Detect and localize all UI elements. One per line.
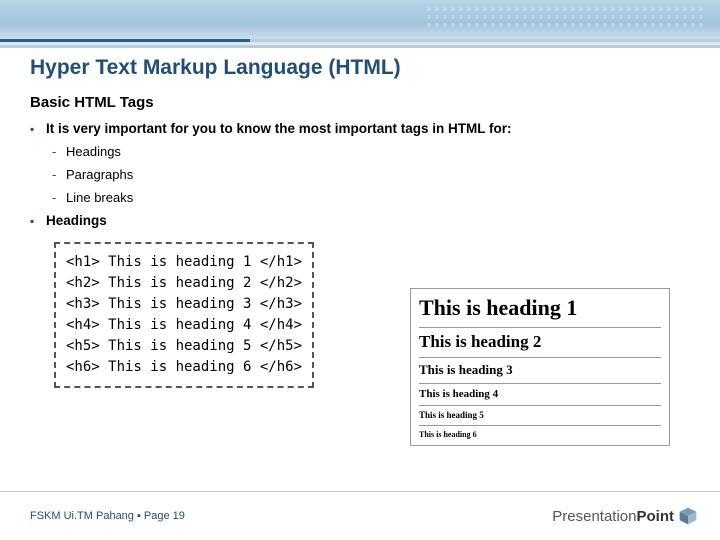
brand-logo: PresentationPoint	[552, 506, 698, 526]
preview-h1: This is heading 1	[419, 295, 661, 321]
preview-separator	[419, 383, 661, 384]
header-rule-dark	[0, 39, 720, 42]
subitem-headings: Headings	[52, 144, 690, 159]
brand-text-bold: Point	[637, 508, 675, 525]
preview-separator	[419, 357, 661, 358]
top-gradient-bar	[0, 0, 720, 48]
preview-h6: This is heading 6	[419, 430, 661, 439]
brand-text-light: Presentation	[552, 508, 636, 525]
preview-h2: This is heading 2	[419, 332, 661, 352]
header-rule-light	[0, 45, 720, 48]
preview-separator	[419, 327, 661, 328]
rendered-preview-box: This is heading 1 This is heading 2 This…	[410, 288, 670, 446]
brand-logo-text: PresentationPoint	[552, 508, 674, 525]
footer-rule	[0, 491, 720, 492]
cube-icon	[678, 506, 698, 526]
subitem-linebreaks: Line breaks	[52, 190, 690, 205]
bullet-headings: Headings	[30, 213, 690, 228]
preview-separator	[419, 405, 661, 406]
preview-separator	[419, 425, 661, 426]
code-example-box: <h1> This is heading 1 </h1> <h2> This i…	[54, 242, 314, 388]
preview-h5: This is heading 5	[419, 410, 661, 420]
slide-title: Hyper Text Markup Language (HTML)	[30, 56, 690, 80]
code-example: <h1> This is heading 1 </h1> <h2> This i…	[66, 252, 302, 378]
bullet-intro: It is very important for you to know the…	[30, 121, 690, 136]
preview-h3: This is heading 3	[419, 362, 661, 378]
preview-h4: This is heading 4	[419, 388, 661, 400]
subitem-paragraphs: Paragraphs	[52, 167, 690, 182]
footer-text: FSKM Ui.TM Pahang ▪ Page 19	[30, 510, 185, 522]
slide-subtitle: Basic HTML Tags	[30, 94, 690, 111]
